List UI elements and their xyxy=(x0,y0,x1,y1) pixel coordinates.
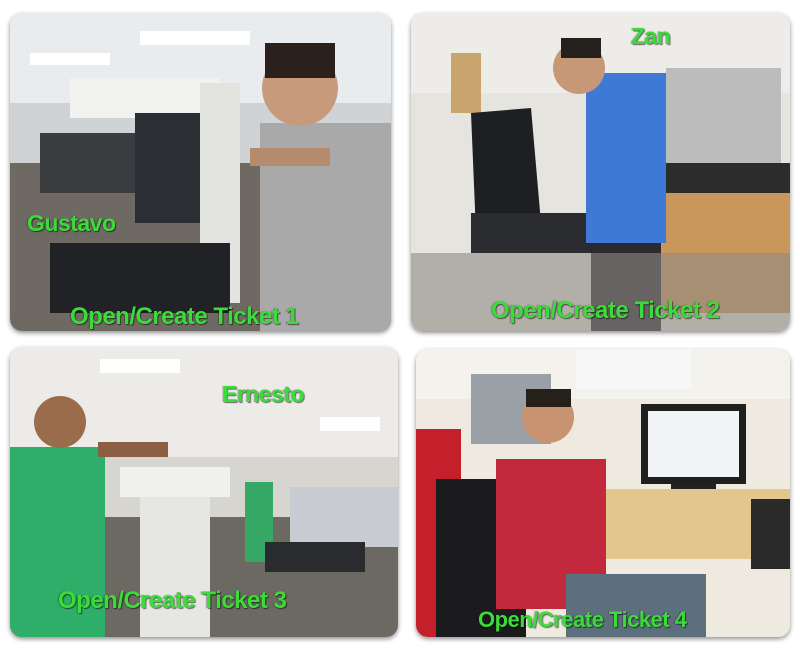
ticket-link-label[interactable]: Open/Create Ticket 1 xyxy=(70,303,299,331)
photo-technician-workstation xyxy=(416,349,790,637)
person-name: Gustavo xyxy=(27,210,116,236)
ticket-tile-4[interactable]: Open/Create Ticket 4 xyxy=(416,349,790,637)
person-name: Zan xyxy=(631,23,671,49)
ticket-tile-2[interactable]: Zan Open/Create Ticket 2 xyxy=(411,13,790,331)
ticket-link-label[interactable]: Open/Create Ticket 3 xyxy=(58,587,287,615)
photo-technician-scanner-1 xyxy=(10,13,391,331)
ticket-link-label[interactable]: Open/Create Ticket 2 xyxy=(491,297,720,325)
ticket-tile-3[interactable]: Ernesto Open/Create Ticket 3 xyxy=(10,347,398,637)
ticket-tile-1[interactable]: Gustavo Open/Create Ticket 1 xyxy=(10,13,391,331)
photo-technician-scanner-2 xyxy=(411,13,790,331)
ticket-link-label[interactable]: Open/Create Ticket 4 xyxy=(478,607,687,633)
person-name: Ernesto xyxy=(222,381,305,407)
